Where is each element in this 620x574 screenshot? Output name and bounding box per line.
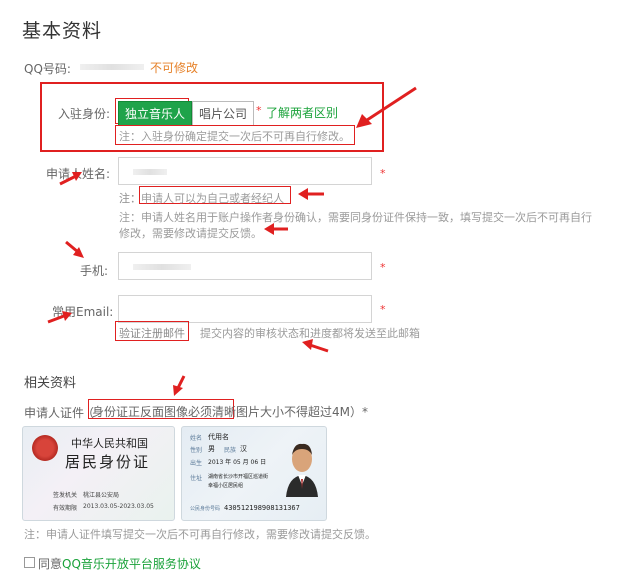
- identity-label: 入驻身份:: [58, 107, 111, 121]
- agree-prefix: 同意: [38, 557, 63, 571]
- identity-difference-link[interactable]: 了解两者区别: [266, 104, 338, 121]
- identity-required-star: *: [256, 104, 262, 117]
- national-emblem-icon: [32, 435, 58, 461]
- id-card-id-number: 430512198908131367: [224, 504, 300, 512]
- qq-value-redacted: [80, 64, 144, 70]
- arrow-to-applicant-note-icon: [296, 187, 326, 201]
- email-required-star: *: [380, 303, 386, 316]
- portrait-photo-icon: [282, 435, 322, 497]
- id-card-name-label: 姓名: [190, 435, 203, 442]
- id-card-valid-label: 有效期限: [53, 505, 78, 512]
- id-card-valid: 2013.03.05-2023.03.05: [83, 503, 154, 510]
- id-card-front-line1: 中华人民共和国: [71, 437, 148, 450]
- phone-input[interactable]: [118, 252, 372, 280]
- id-card-ethnic: 汉: [240, 445, 247, 453]
- id-doc-label: 申请人证件: [24, 406, 85, 420]
- id-card-birth: 2013 年 05 月 06 日: [208, 459, 267, 466]
- phone-value-redacted: [133, 264, 191, 270]
- identity-option-record-label[interactable]: 唱片公司: [192, 101, 255, 126]
- id-card-gender: 男: [208, 445, 215, 453]
- applicant-name-note2: 注：申请人姓名用于账户操作者身份确认，需要同身份证件保持一致，填写提交一次后不可…: [119, 211, 592, 224]
- id-card-front-image[interactable]: 中华人民共和国 居民身份证 签发机关 桃江县公安局 有效期限 2013.03.0…: [22, 426, 175, 521]
- page-title: 基本资料: [22, 20, 103, 42]
- arrow-to-feedback-note-icon: [262, 222, 290, 236]
- identity-option-independent-musician[interactable]: 独立音乐人: [118, 101, 193, 126]
- email-input[interactable]: [118, 295, 372, 323]
- qq-label: QQ号码:: [24, 62, 71, 76]
- applicant-name-value-redacted: [133, 169, 167, 175]
- qq-readonly-note: 不可修改: [150, 61, 199, 75]
- id-doc-size-note: 图片大小不得超过4M）*: [236, 405, 368, 419]
- phone-label: 手机:: [80, 264, 109, 278]
- applicant-name-note3: 修改，需要修改请提交反馈。: [119, 227, 262, 240]
- id-card-back-image[interactable]: 姓名 代用名 性别 男 民族 汉 出生 2013 年 05 月 06 日 住址 …: [181, 426, 327, 521]
- arrow-to-id-requirement-icon: [170, 374, 190, 398]
- arrow-to-email-icon: [46, 310, 74, 326]
- agree-checkbox[interactable]: [24, 557, 35, 568]
- related-section-title: 相关资料: [24, 376, 77, 391]
- arrow-to-email-note-icon: [300, 339, 330, 355]
- verify-email-button[interactable]: 验证注册邮件: [119, 325, 185, 341]
- id-card-issuer-label: 签发机关: [53, 492, 78, 499]
- applicant-name-input[interactable]: [118, 157, 372, 185]
- service-agreement-link[interactable]: QQ音乐开放平台服务协议: [62, 555, 201, 572]
- arrow-to-identity-note-icon: [350, 84, 420, 130]
- id-card-front-line2: 居民身份证: [65, 453, 151, 471]
- arrow-to-applicant-name-icon: [58, 170, 84, 188]
- applicant-name-note1: 注：申请人可以为自己或者经纪人: [119, 192, 284, 205]
- id-card-addr2: 幸福小区居民组: [208, 483, 244, 489]
- id-card-ethnic-label: 民族: [224, 447, 237, 454]
- id-card-birth-label: 出生: [190, 460, 203, 467]
- id-card-id-label: 公民身份号码: [190, 506, 221, 512]
- id-doc-requirement: 身份证正反面图像必须清晰: [92, 405, 237, 419]
- id-card-gender-label: 性别: [190, 447, 203, 454]
- id-card-name: 代用名: [208, 433, 229, 441]
- phone-required-star: *: [380, 261, 386, 274]
- applicant-name-required-star: *: [380, 167, 386, 180]
- id-card-addr-label: 住址: [190, 475, 203, 482]
- arrow-to-phone-icon: [64, 240, 86, 260]
- id-card-issuer: 桃江县公安局: [83, 492, 120, 499]
- identity-note: 注：入驻身份确定提交一次后不可再自行修改。: [119, 130, 350, 143]
- id-doc-footer-note: 注：申请人证件填写提交一次后不可再自行修改，需要修改请提交反馈。: [24, 528, 376, 541]
- id-card-addr1: 湖南省长沙市开福区巡道街: [208, 474, 269, 480]
